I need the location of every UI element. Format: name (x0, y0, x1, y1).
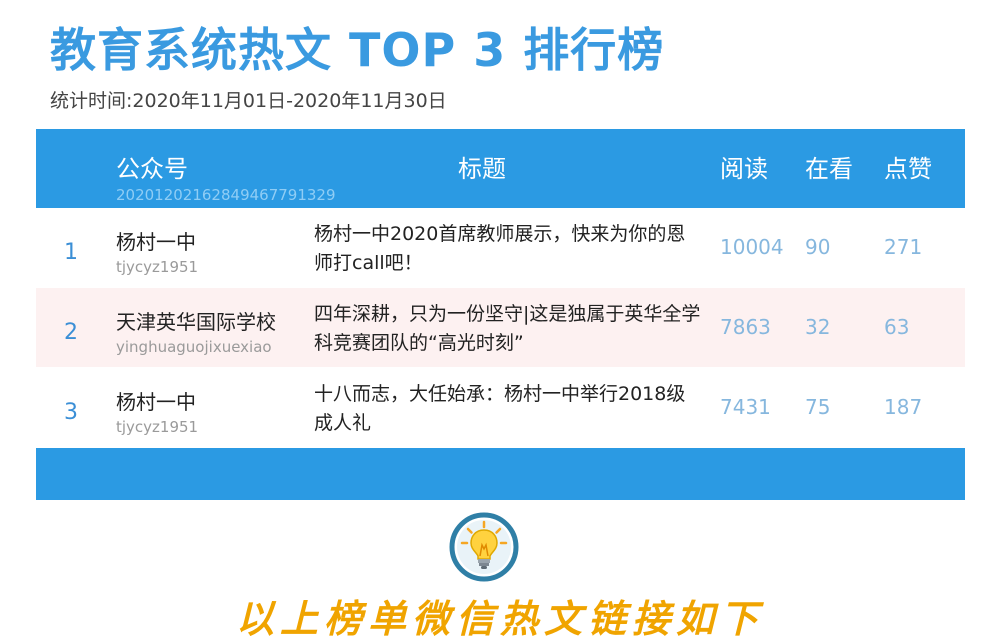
table-row[interactable]: 1 杨村一中 tjycyz1951 杨村一中2020首席教师展示，快来为你的恩师… (36, 208, 965, 287)
header-id-number: 20201202162849467791329 (116, 186, 336, 204)
account-name[interactable]: 天津英华国际学校 (116, 306, 276, 335)
table-row[interactable]: 2 天津英华国际学校 yinghuaguojixuexiao 四年深耕，只为一份… (36, 288, 965, 367)
watching-count: 75 (805, 395, 831, 419)
account-id: yinghuaguojixuexiao (116, 338, 272, 356)
rank-number: 1 (64, 240, 78, 265)
stat-period: 统计时间:2020年11月01日-2020年11月30日 (50, 90, 447, 112)
table-row[interactable]: 3 杨村一中 tjycyz1951 十八而志，大任始承：杨村一中举行2018级成… (36, 368, 965, 447)
rank-number: 2 (64, 320, 78, 345)
article-title[interactable]: 杨村一中2020首席教师展示，快来为你的恩师打call吧！ (314, 220, 704, 278)
ranking-table: 公众号 标题 阅读 在看 点赞 20201202162849467791329 … (36, 129, 965, 500)
link-notice: 以上榜单微信热文链接如下 (235, 596, 764, 641)
watching-count: 32 (805, 315, 831, 339)
account-id: tjycyz1951 (116, 418, 199, 436)
lightbulb-icon (449, 512, 519, 582)
table-footer-bar (36, 448, 965, 500)
page-title: 教育系统热文 TOP 3 排行榜 (50, 23, 665, 77)
like-count: 271 (884, 235, 923, 259)
col-account: 公众号 (116, 155, 188, 183)
read-count: 7863 (720, 315, 771, 339)
col-watching: 在看 (805, 155, 853, 183)
account-id: tjycyz1951 (116, 258, 199, 276)
read-count: 10004 (720, 235, 784, 259)
col-title: 标题 (458, 155, 506, 183)
col-likes: 点赞 (884, 155, 932, 183)
account-name[interactable]: 杨村一中 (116, 386, 196, 415)
watching-count: 90 (805, 235, 831, 259)
rank-number: 3 (64, 400, 78, 425)
article-title[interactable]: 十八而志，大任始承：杨村一中举行2018级成人礼 (314, 380, 704, 438)
like-count: 63 (884, 315, 910, 339)
account-name[interactable]: 杨村一中 (116, 226, 196, 255)
col-reads: 阅读 (720, 155, 768, 183)
article-title[interactable]: 四年深耕，只为一份坚守|这是独属于英华全学科竞赛团队的“高光时刻” (314, 300, 704, 358)
table-header: 公众号 标题 阅读 在看 点赞 20201202162849467791329 (36, 129, 965, 208)
like-count: 187 (884, 395, 923, 419)
read-count: 7431 (720, 395, 771, 419)
